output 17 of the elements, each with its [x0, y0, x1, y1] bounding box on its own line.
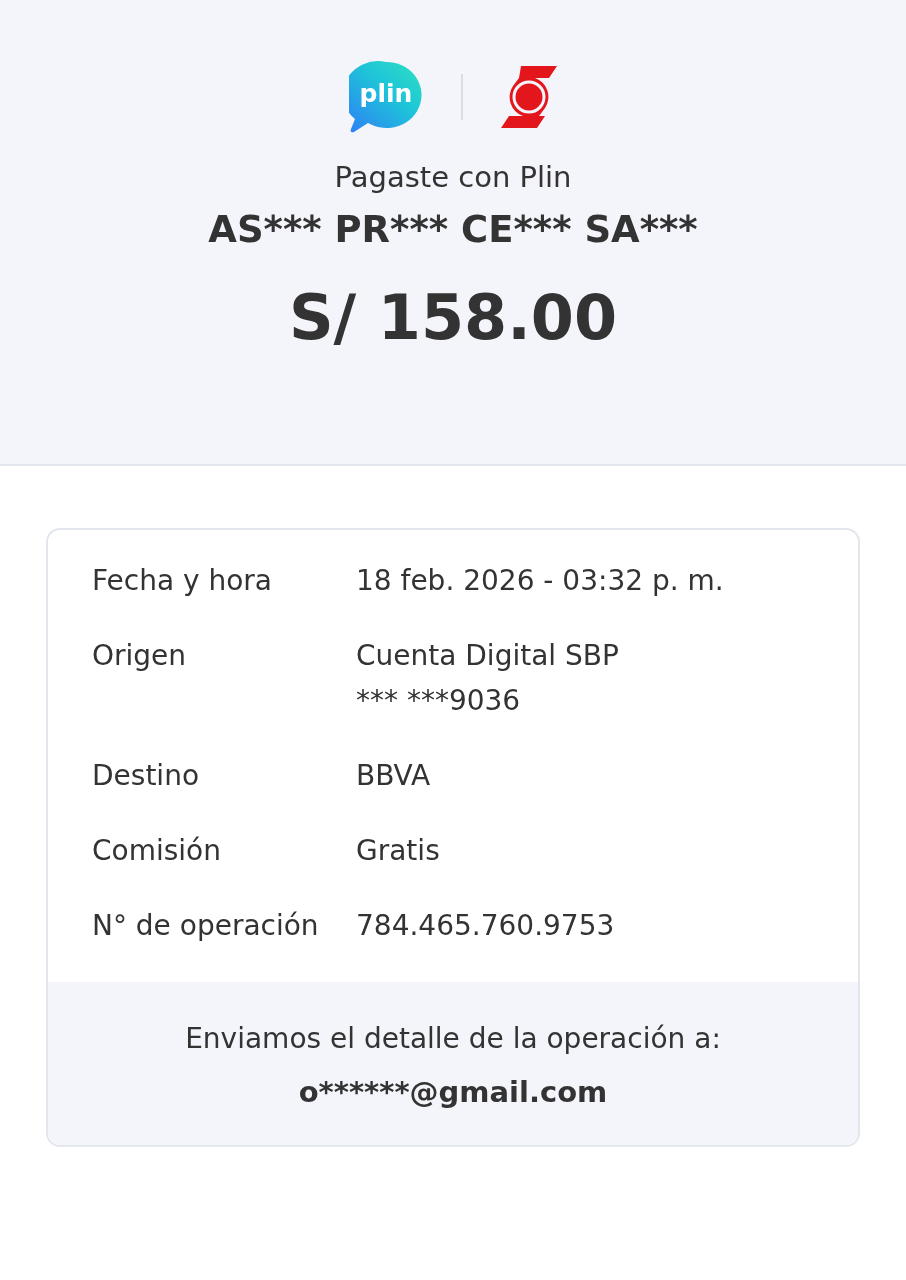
detail-label: Destino	[92, 758, 200, 794]
detail-label: Fecha y hora	[92, 563, 274, 599]
plin-logo: plin	[349, 60, 423, 134]
email-address: o******@gmail.com	[298, 1075, 608, 1109]
detail-value: BBVA	[356, 758, 431, 794]
detail-label: N° de operación	[92, 908, 320, 944]
detail-value: Gratis	[356, 833, 440, 869]
recipient-name: AS*** PR*** CE*** SA***	[208, 208, 698, 251]
bank-logo	[501, 66, 557, 128]
payment-subtitle: Pagaste con Plin	[334, 160, 572, 194]
payment-amount: S/ 158.00	[288, 281, 618, 354]
detail-value: 18 feb. 2026 - 03:32 p. m.	[356, 563, 724, 599]
detail-label: Origen	[92, 638, 188, 674]
detail-value: 784.465.760.9753	[356, 908, 615, 944]
detail-value: Cuenta Digital SBP *** ***9036	[356, 638, 619, 719]
email-notice: Enviamos el detalle de la operación a:	[185, 1022, 721, 1055]
detail-label: Comisión	[92, 833, 222, 869]
